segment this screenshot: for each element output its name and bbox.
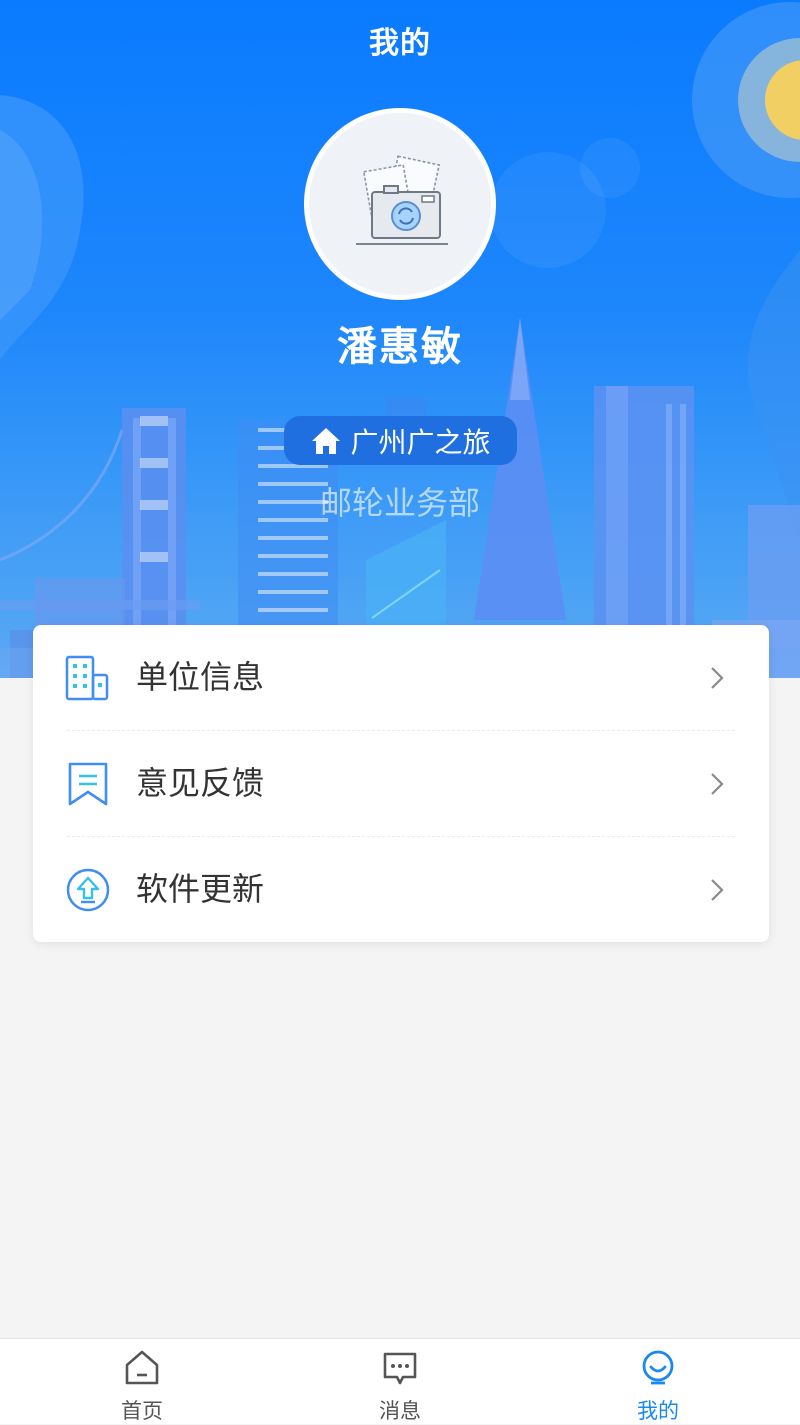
tab-messages[interactable]: 消息	[267, 1339, 533, 1424]
menu-item-unit-info[interactable]: 单位信息	[33, 625, 769, 730]
bottom-tab-bar: 首页 消息 我的	[0, 1338, 800, 1424]
upload-update-icon	[66, 868, 110, 912]
home-icon	[312, 427, 341, 454]
department-name: 邮轮业务部	[319, 484, 480, 522]
settings-menu: 单位信息 意见反馈 软件更新	[33, 625, 769, 942]
profile-header: 我的 潘惠敏 广州广之旅 邮轮业务部	[0, 0, 800, 678]
tab-label: 我的	[637, 1399, 679, 1423]
tab-label: 首页	[121, 1399, 163, 1423]
camera-photo-icon	[356, 155, 448, 245]
menu-item-feedback[interactable]: 意见反馈	[33, 731, 769, 836]
menu-item-label: 软件更新	[136, 870, 265, 908]
feedback-bookmark-icon	[68, 762, 108, 806]
page-title: 我的	[369, 26, 431, 61]
chevron-right-icon	[711, 773, 724, 795]
organization-name: 广州广之旅	[350, 425, 491, 459]
building-icon	[65, 655, 109, 701]
message-icon	[383, 1352, 417, 1385]
tab-label: 消息	[379, 1399, 421, 1423]
avatar[interactable]	[304, 108, 496, 300]
menu-item-label: 单位信息	[136, 658, 265, 696]
tab-home[interactable]: 首页	[9, 1339, 275, 1424]
tab-profile[interactable]: 我的	[525, 1339, 791, 1424]
menu-item-label: 意见反馈	[136, 764, 265, 802]
organization-badge: 广州广之旅	[284, 416, 517, 465]
chevron-right-icon	[711, 879, 724, 901]
profile-icon	[642, 1350, 674, 1385]
chevron-right-icon	[711, 667, 724, 689]
user-name: 潘惠敏	[337, 324, 463, 370]
avatar-placeholder	[309, 113, 491, 295]
menu-item-software-update[interactable]: 软件更新	[33, 837, 769, 942]
home-icon	[125, 1350, 159, 1385]
